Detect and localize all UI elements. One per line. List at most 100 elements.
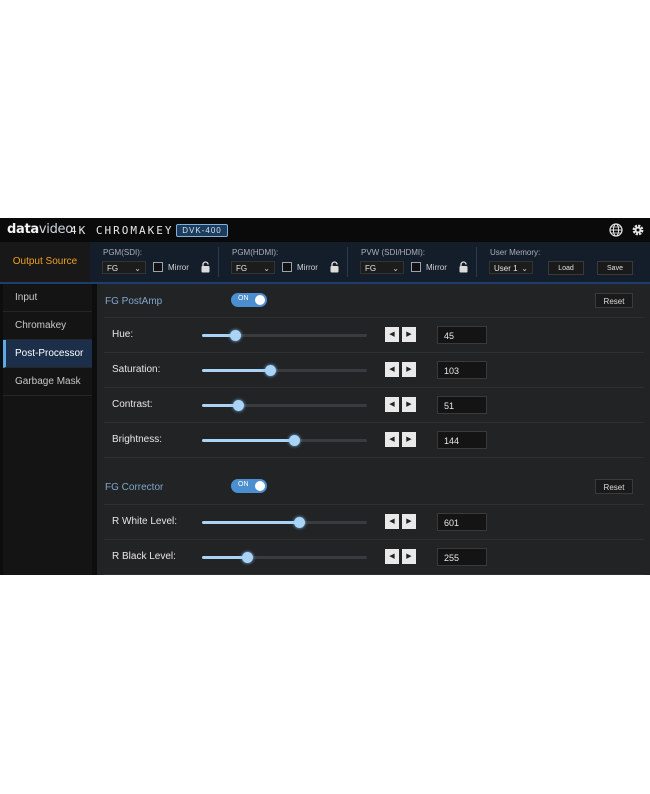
chevron-down-icon: ⌄	[521, 264, 528, 273]
slider-thumb[interactable]	[230, 330, 241, 341]
param-label: Hue:	[112, 329, 134, 340]
param-label: Saturation:	[112, 364, 161, 375]
increment-button[interactable]: ▶	[402, 327, 416, 342]
lock-icon[interactable]	[459, 261, 468, 273]
hue-slider[interactable]	[202, 330, 367, 341]
app-window: datavideo 4K CHROMAKEY DVK-400 Output So…	[0, 218, 650, 575]
main-panel: FG PostAmp ON Reset Hue: ◀ ▶ 45 Saturati…	[97, 284, 650, 575]
brand-logo: datavideo	[7, 222, 73, 237]
param-row-hue: Hue: ◀ ▶ 45	[104, 318, 644, 353]
divider	[218, 247, 219, 277]
pvw-select[interactable]: FG ⌄	[360, 261, 404, 274]
lock-icon[interactable]	[201, 261, 210, 273]
chevron-down-icon: ⌄	[392, 264, 399, 273]
top-bar: datavideo 4K CHROMAKEY DVK-400	[0, 218, 650, 242]
sidebar-item-input[interactable]: Input	[3, 284, 92, 312]
r-black-level-slider[interactable]	[202, 552, 367, 563]
slider-thumb[interactable]	[294, 517, 306, 528]
increment-button[interactable]: ▶	[402, 514, 416, 529]
contrast-value-input[interactable]: 51	[437, 396, 487, 414]
pgm-sdi-value: FG	[107, 264, 119, 273]
brightness-slider[interactable]	[202, 435, 367, 446]
param-row-saturation: Saturation: ◀ ▶ 103	[104, 353, 644, 388]
corrector-toggle[interactable]: ON	[231, 479, 267, 493]
slider-thumb[interactable]	[241, 552, 253, 563]
slider-fill	[202, 439, 295, 442]
model-badge: DVK-400	[176, 224, 228, 237]
slider-fill	[202, 521, 300, 524]
increment-button[interactable]: ▶	[402, 397, 416, 412]
decrement-button[interactable]: ◀	[385, 514, 399, 529]
pvw-mirror-label: Mirror	[426, 263, 447, 272]
divider	[476, 247, 477, 277]
param-row-r-white-level: R White Level: ◀ ▶ 601	[104, 505, 644, 540]
user-memory-label: User Memory:	[490, 248, 541, 257]
load-button[interactable]: Load	[548, 261, 584, 275]
r-white-level-value-input[interactable]: 601	[437, 513, 487, 531]
pgm-hdmi-select[interactable]: FG ⌄	[231, 261, 275, 274]
pgm-hdmi-label: PGM(HDMI):	[232, 248, 279, 257]
output-source-bar: Output Source PGM(SDI): FG ⌄ Mirror PGM(H…	[0, 242, 650, 284]
pvw-label: PVW (SDI/HDMI):	[361, 248, 425, 257]
param-row-brightness: Brightness: ◀ ▶ 144	[104, 423, 644, 458]
increment-button[interactable]: ▶	[402, 432, 416, 447]
lock-icon[interactable]	[330, 261, 339, 273]
divider	[347, 247, 348, 277]
increment-button[interactable]: ▶	[402, 362, 416, 377]
decrement-button[interactable]: ◀	[385, 362, 399, 377]
brightness-value-input[interactable]: 144	[437, 431, 487, 449]
slider-thumb[interactable]	[264, 365, 276, 376]
pvw-value: FG	[365, 264, 377, 273]
decrement-button[interactable]: ◀	[385, 432, 399, 447]
gear-icon[interactable]	[630, 222, 646, 238]
sidebar-item-post-processor[interactable]: Post-Processor	[3, 340, 92, 368]
sidebar: Input Chromakey Post-Processor Garbage M…	[3, 284, 92, 575]
pgm-sdi-label: PGM(SDI):	[103, 248, 143, 257]
pgm-hdmi-value: FG	[236, 264, 248, 273]
pgm-hdmi-mirror-label: Mirror	[297, 263, 318, 272]
postamp-toggle[interactable]: ON	[231, 293, 267, 307]
output-source-label: Output Source	[0, 242, 90, 282]
corrector-reset-button[interactable]: Reset	[595, 479, 633, 494]
section-title-postamp: FG PostAmp	[105, 296, 163, 307]
saturation-slider[interactable]	[202, 365, 367, 376]
chevron-down-icon: ⌄	[263, 264, 270, 273]
increment-button[interactable]: ▶	[402, 549, 416, 564]
language-globe-icon[interactable]	[608, 222, 624, 238]
saturation-value-input[interactable]: 103	[437, 361, 487, 379]
param-label: R White Level:	[112, 516, 178, 527]
postamp-reset-button[interactable]: Reset	[595, 293, 633, 308]
decrement-button[interactable]: ◀	[385, 327, 399, 342]
decrement-button[interactable]: ◀	[385, 549, 399, 564]
toggle-knob	[255, 481, 265, 491]
pgm-sdi-mirror-checkbox[interactable]	[153, 262, 163, 272]
save-button[interactable]: Save	[597, 261, 633, 275]
param-label: Brightness:	[112, 434, 163, 445]
param-row-r-black-level: R Black Level: ◀ ▶ 255	[104, 540, 644, 575]
toggle-knob	[255, 295, 265, 305]
slider-thumb[interactable]	[289, 435, 301, 446]
slider-fill	[202, 556, 247, 559]
pgm-sdi-select[interactable]: FG ⌄	[102, 261, 146, 274]
decrement-button[interactable]: ◀	[385, 397, 399, 412]
sidebar-item-garbage-mask[interactable]: Garbage Mask	[3, 368, 92, 396]
user-memory-value: User 1	[494, 264, 518, 273]
r-black-level-value-input[interactable]: 255	[437, 548, 487, 566]
toggle-label: ON	[238, 295, 249, 302]
pvw-mirror-checkbox[interactable]	[411, 262, 421, 272]
product-name: 4K CHROMAKEY	[70, 224, 174, 237]
pgm-sdi-mirror-label: Mirror	[168, 263, 189, 272]
toggle-label: ON	[238, 481, 249, 488]
hue-value-input[interactable]: 45	[437, 326, 487, 344]
slider-fill	[202, 369, 270, 372]
sidebar-item-chromakey[interactable]: Chromakey	[3, 312, 92, 340]
chevron-down-icon: ⌄	[134, 264, 141, 273]
param-label: Contrast:	[112, 399, 153, 410]
user-memory-select[interactable]: User 1 ⌄	[489, 261, 533, 274]
r-white-level-slider[interactable]	[202, 517, 367, 528]
slider-thumb[interactable]	[233, 400, 245, 411]
param-label: R Black Level:	[112, 551, 176, 562]
section-title-corrector: FG Corrector	[105, 482, 164, 493]
contrast-slider[interactable]	[202, 400, 367, 411]
pgm-hdmi-mirror-checkbox[interactable]	[282, 262, 292, 272]
